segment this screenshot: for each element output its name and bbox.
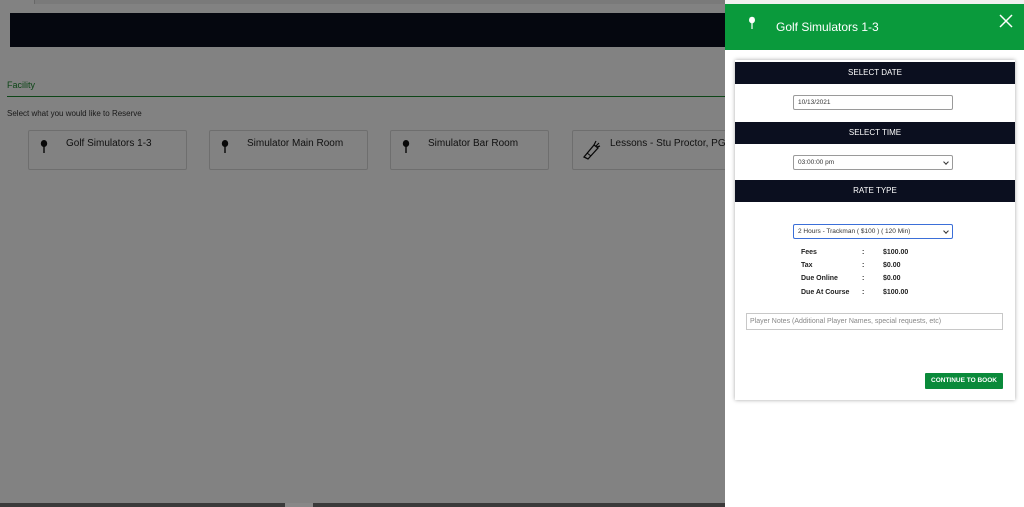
date-input[interactable]: 10/13/2021 xyxy=(793,95,953,110)
modal-backdrop[interactable] xyxy=(0,0,725,507)
fee-row-fees: Fees: $100.00 xyxy=(801,249,909,256)
fee-row-due-online: Due Online: $0.00 xyxy=(801,275,901,282)
horizontal-scrollbar[interactable] xyxy=(0,503,725,507)
fee-row-due-at-course: Due At Course: $100.00 xyxy=(801,289,909,296)
player-notes-field[interactable]: Player Notes (Additional Player Names, s… xyxy=(746,313,1003,330)
scrollbar-thumb[interactable] xyxy=(285,503,313,507)
panel-title: Golf Simulators 1-3 xyxy=(776,20,879,34)
select-date-header: SELECT DATE xyxy=(735,62,1015,84)
rate-type-select[interactable]: 2 Hours - Trackman ( $100 ) ( 120 Min) xyxy=(793,224,953,239)
golf-tee-icon xyxy=(749,16,755,29)
panel-header: Golf Simulators 1-3 xyxy=(725,4,1024,50)
time-select[interactable]: 03:00:00 pm xyxy=(793,155,953,170)
select-time-header: SELECT TIME xyxy=(735,122,1015,144)
fee-row-tax: Tax: $0.00 xyxy=(801,262,901,269)
continue-to-book-button[interactable]: CONTINUE TO BOOK xyxy=(925,373,1003,389)
rate-type-header: RATE TYPE xyxy=(735,180,1015,202)
close-icon[interactable] xyxy=(999,14,1013,28)
booking-form: SELECT DATE 10/13/2021 SELECT TIME 03:00… xyxy=(735,60,1015,400)
booking-side-panel: Golf Simulators 1-3 SELECT DATE 10/13/20… xyxy=(725,4,1024,507)
